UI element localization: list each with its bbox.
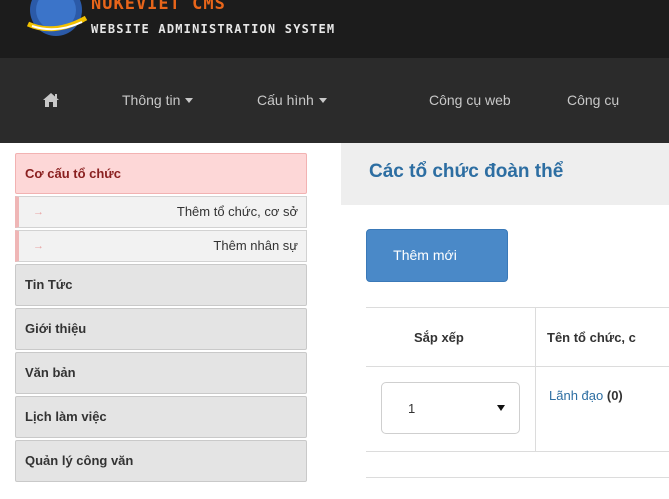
sidebar-subitem-add-organization[interactable]: → Thêm tổ chức, cơ sở bbox=[15, 196, 307, 228]
organization-link[interactable]: Lãnh đạo (0) bbox=[549, 388, 623, 403]
arrow-right-icon: → bbox=[33, 240, 44, 252]
nav-item-config[interactable]: Cấu hình bbox=[257, 58, 327, 143]
chevron-down-icon bbox=[497, 405, 505, 411]
sidebar-item-schedule[interactable]: Lịch làm việc bbox=[15, 396, 307, 438]
nav-item-tools[interactable]: Công cụ bbox=[567, 58, 619, 143]
sidebar-item-about[interactable]: Giới thiệu bbox=[15, 308, 307, 350]
nav-item-webtools[interactable]: Công cụ web bbox=[429, 58, 511, 143]
top-nav: Thông tin Cấu hình Công cụ web Công cụ bbox=[0, 58, 669, 143]
table-header-row: Sắp xếp Tên tổ chức, c bbox=[366, 308, 669, 367]
order-select-value: 1 bbox=[408, 401, 416, 416]
organization-count: (0) bbox=[606, 388, 623, 403]
order-select[interactable]: 1 bbox=[381, 382, 520, 434]
sidebar-subitem-label: Thêm nhân sự bbox=[213, 238, 298, 253]
column-header-order[interactable]: Sắp xếp bbox=[414, 308, 464, 367]
table-row: 1 Lãnh đạo (0) bbox=[366, 367, 669, 452]
arrow-right-icon: → bbox=[33, 206, 44, 218]
organization-name[interactable]: Lãnh đạo bbox=[549, 388, 603, 403]
sidebar-subitem-add-staff[interactable]: → Thêm nhân sự bbox=[15, 230, 307, 262]
table-row bbox=[366, 452, 669, 478]
nav-item-label: Công cụ bbox=[567, 92, 620, 108]
column-divider bbox=[535, 308, 536, 367]
logo-subtitle: WEBSITE ADMINISTRATION SYSTEM bbox=[91, 22, 336, 36]
organization-table: Sắp xếp Tên tổ chức, c 1 Lãnh đạo (0) bbox=[366, 307, 669, 478]
sidebar-item-organization[interactable]: Cơ cấu tổ chức bbox=[15, 153, 307, 194]
add-new-button[interactable]: Thêm mới bbox=[366, 229, 508, 282]
nav-item-info[interactable]: Thông tin bbox=[122, 58, 194, 143]
header-banner: NUKEVIET CMS WEBSITE ADMINISTRATION SYST… bbox=[0, 0, 669, 58]
nav-item-label: Thông tin bbox=[122, 92, 181, 108]
sidebar-item-documents[interactable]: Văn bản bbox=[15, 352, 307, 394]
nav-item-label: Công cụ web bbox=[429, 92, 511, 108]
sidebar-item-dispatch[interactable]: Quản lý công văn bbox=[15, 440, 307, 482]
caret-down-icon bbox=[318, 97, 327, 103]
page-title: Các tổ chức đoàn thể bbox=[369, 161, 564, 182]
sidebar: Cơ cấu tổ chức → Thêm tổ chức, cơ sở → T… bbox=[15, 153, 307, 482]
page-header: Các tổ chức đoàn thể bbox=[341, 143, 669, 205]
logo-text: NUKEVIET CMS bbox=[91, 0, 226, 14]
logo-icon bbox=[26, 0, 88, 36]
sidebar-subitem-label: Thêm tổ chức, cơ sở bbox=[176, 204, 298, 219]
column-header-name[interactable]: Tên tổ chức, c bbox=[547, 308, 636, 367]
caret-down-icon bbox=[185, 97, 194, 103]
home-icon[interactable] bbox=[42, 92, 60, 108]
sidebar-item-news[interactable]: Tin Tức bbox=[15, 264, 307, 306]
column-divider bbox=[535, 367, 536, 452]
nav-item-label: Cấu hình bbox=[257, 92, 314, 108]
